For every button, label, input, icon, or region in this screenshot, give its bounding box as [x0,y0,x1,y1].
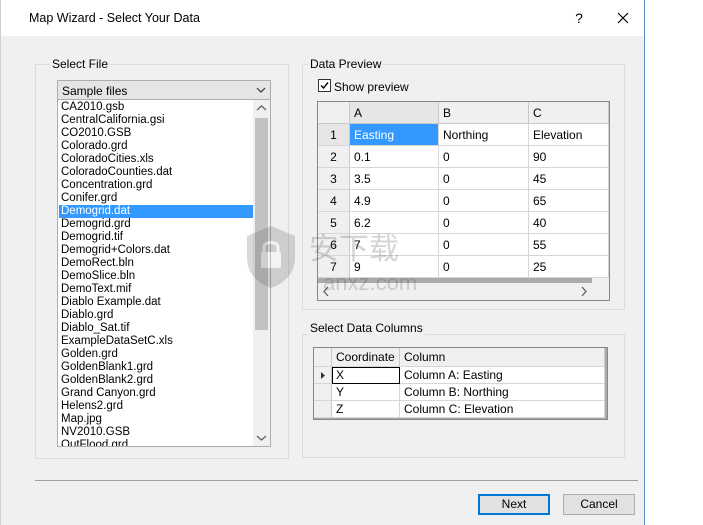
grid-cell[interactable]: 40 [529,212,609,234]
file-list-item[interactable]: Map.jpg [59,413,253,426]
scroll-right-icon[interactable] [575,283,592,300]
file-source-combo[interactable]: Sample files [57,80,271,100]
close-button[interactable] [613,8,633,28]
file-list-item[interactable]: Demogrid.grd [59,218,253,231]
column-select-cell[interactable]: Column B: Northing [400,384,605,401]
file-list-item[interactable]: Helens2.grd [59,400,253,413]
show-preview-label: Show preview [334,80,409,94]
grid-cell[interactable]: Easting [350,124,439,146]
file-list-item[interactable]: CO2010.GSB [59,127,253,140]
file-list-item[interactable]: Grand Canyon.grd [59,387,253,400]
coordinate-cell[interactable]: Z [332,401,400,418]
row-header[interactable]: 1 [318,124,350,146]
grid-cell[interactable]: 45 [529,168,609,190]
file-list-item[interactable]: DemoText.mif [59,283,253,296]
current-row-arrow-icon [321,372,325,379]
row-header[interactable]: 4 [318,190,350,212]
watermark: 安下载 anxz.com [241,218,481,308]
cancel-button[interactable]: Cancel [563,494,635,515]
data-preview-label: Data Preview [308,57,384,71]
grid-cell[interactable]: 25 [529,256,609,278]
file-list-item[interactable]: GoldenBlank2.grd [59,374,253,387]
grid-cell[interactable]: 55 [529,234,609,256]
row-header[interactable]: 3 [318,168,350,190]
checkmark-icon [320,82,329,90]
grid-corner-header [314,348,332,367]
row-header[interactable]: 2 [318,146,350,168]
map-wizard-dialog: Map Wizard - Select Your Data ? Select F… [0,0,645,525]
file-list-item[interactable]: DemoSlice.bln [59,270,253,283]
file-list-item[interactable]: DemoRect.bln [59,257,253,270]
file-list-item[interactable]: CA2010.gsb [59,101,253,114]
column-select-cell[interactable]: Column A: Easting [400,367,605,384]
column-header[interactable]: C [529,102,609,124]
grid-cell[interactable]: 0 [439,190,529,212]
window-title: Map Wizard - Select Your Data [29,11,200,25]
footer-separator [35,480,638,481]
watermark-text-cn: 安下载 [309,232,399,267]
grid-cell[interactable]: 90 [529,146,609,168]
file-list-item[interactable]: ColoradoCounties.dat [59,166,253,179]
file-list-item[interactable]: Golden.grd [59,348,253,361]
grid-corner-header[interactable] [318,102,350,124]
grid-cell[interactable]: 0 [439,146,529,168]
file-list-item[interactable]: GoldenBlank1.grd [59,361,253,374]
file-list-item[interactable]: CentralCalifornia.gsi [59,114,253,127]
file-list-item[interactable]: Demogrid.tif [59,231,253,244]
grid-cell[interactable]: 0 [439,168,529,190]
grid-cell[interactable]: Elevation [529,124,609,146]
help-button[interactable]: ? [569,8,589,28]
scroll-down-icon[interactable] [253,429,270,446]
data-columns-grid[interactable]: Coordinate Column X Column A: Easting Y Colum… [313,347,608,420]
file-list-item[interactable]: Demogrid.dat [59,205,253,218]
grid-cell[interactable]: 65 [529,190,609,212]
file-list-item[interactable]: Diablo_Sat.tif [59,322,253,335]
watermark-text-en: anxz.com [323,270,418,295]
column-header[interactable]: Column [400,348,605,367]
file-list-item[interactable]: Diablo.grd [59,309,253,322]
scrollbar-corner [592,283,609,300]
show-preview-checkbox[interactable] [318,79,331,92]
file-list-item[interactable]: ExampleDataSetC.xls [59,335,253,348]
grid-cell[interactable]: 0.1 [350,146,439,168]
select-file-label: Select File [50,57,111,71]
column-header[interactable]: Coordinate [332,348,400,367]
file-list[interactable]: CA2010.gsb CentralCalifornia.gsi CO2010.GS… [57,100,271,447]
grid-cell[interactable]: 4.9 [350,190,439,212]
file-list-item[interactable]: Diablo Example.dat [59,296,253,309]
coordinate-cell[interactable]: X [332,367,400,384]
file-list-item[interactable]: NV2010.GSB [59,426,253,439]
next-button[interactable]: Next [478,494,550,515]
row-header[interactable] [314,401,332,418]
file-list-item[interactable]: Concentration.grd [59,179,253,192]
file-list-item[interactable]: Conifer.grd [59,192,253,205]
scroll-up-icon[interactable] [253,100,270,117]
column-header[interactable]: A [350,102,439,124]
chevron-down-icon [256,87,266,93]
column-select-cell[interactable]: Column C: Elevation [400,401,605,418]
row-header[interactable] [314,367,332,384]
file-list-item[interactable]: Demogrid+Colors.dat [59,244,253,257]
grid-cell[interactable]: Northing [439,124,529,146]
title-bar: Map Wizard - Select Your Data ? [1,0,644,36]
select-columns-label: Select Data Columns [308,321,425,335]
file-list-item[interactable]: OutFlood.grd [59,439,253,446]
shield-lock-icon [247,226,295,288]
file-list-item[interactable]: Colorado.grd [59,140,253,153]
file-source-value: Sample files [62,84,128,98]
column-header[interactable]: B [439,102,529,124]
coordinate-cell[interactable]: Y [332,384,400,401]
file-list-item[interactable]: ColoradoCities.xls [59,153,253,166]
grid-cell[interactable]: 3.5 [350,168,439,190]
close-icon [617,12,629,24]
row-header[interactable] [314,384,332,401]
